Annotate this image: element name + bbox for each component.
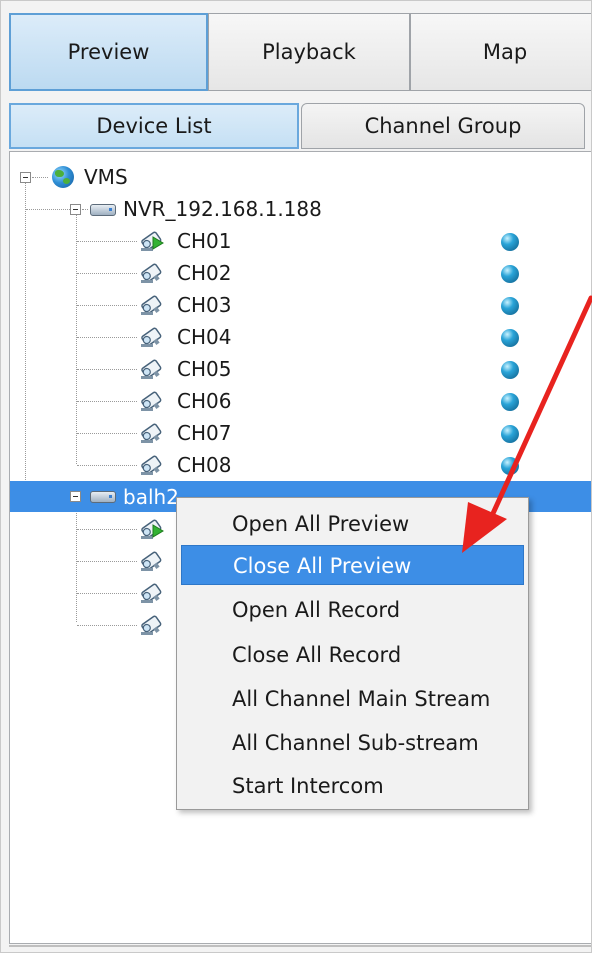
tree-line bbox=[77, 561, 137, 562]
tree-node-channel[interactable]: CH06 bbox=[10, 385, 591, 417]
camera-playing-icon bbox=[138, 516, 166, 542]
tree-node-label: CH05 bbox=[177, 357, 232, 381]
tree-node-label: VMS bbox=[84, 165, 128, 189]
collapse-icon[interactable] bbox=[70, 204, 81, 215]
tree-node-channel[interactable]: CH04 bbox=[10, 321, 591, 353]
tab-playback[interactable]: Playback bbox=[208, 13, 410, 91]
nvr-icon bbox=[90, 491, 116, 503]
tree-node-vms[interactable]: VMS bbox=[10, 161, 591, 193]
camera-icon bbox=[138, 292, 166, 318]
tree-line bbox=[77, 369, 137, 370]
tab-preview-label: Preview bbox=[67, 40, 150, 64]
menu-item-open-all-record[interactable]: Open All Record bbox=[181, 590, 524, 630]
tree-node-label: CH08 bbox=[177, 453, 232, 477]
online-status-icon bbox=[501, 233, 519, 251]
camera-icon bbox=[138, 612, 166, 638]
tree-node-label: CH07 bbox=[177, 421, 232, 445]
menu-item-start-intercom[interactable]: Start Intercom bbox=[181, 766, 524, 806]
online-status-icon bbox=[501, 457, 519, 475]
tab-playback-label: Playback bbox=[262, 40, 356, 64]
online-status-icon bbox=[501, 361, 519, 379]
tree-node-label: NVR_192.168.1.188 bbox=[123, 197, 322, 221]
collapse-icon[interactable] bbox=[20, 172, 31, 183]
context-menu: Open All Preview Close All Preview Open … bbox=[176, 497, 529, 810]
tree-line bbox=[77, 593, 137, 594]
tree-node-channel[interactable]: CH02 bbox=[10, 257, 591, 289]
tree-node-label: CH02 bbox=[177, 261, 232, 285]
tab-device-list-label: Device List bbox=[96, 114, 212, 138]
tree-node-channel[interactable]: CH05 bbox=[10, 353, 591, 385]
tree-line bbox=[77, 401, 137, 402]
tree-line bbox=[77, 465, 137, 466]
online-status-icon bbox=[501, 425, 519, 443]
tree-node-device[interactable]: NVR_192.168.1.188 bbox=[10, 193, 591, 225]
tree-line bbox=[77, 625, 137, 626]
camera-icon bbox=[138, 324, 166, 350]
tree-line bbox=[26, 209, 70, 210]
tab-map[interactable]: Map bbox=[410, 13, 591, 91]
tree-node-label: CH06 bbox=[177, 389, 232, 413]
globe-icon bbox=[52, 166, 74, 188]
tree-node-channel[interactable]: CH01 bbox=[10, 225, 591, 257]
tree-node-channel[interactable]: CH03 bbox=[10, 289, 591, 321]
tree-node-label: CH01 bbox=[177, 229, 232, 253]
menu-item-label: All Channel Sub-stream bbox=[232, 731, 479, 755]
camera-icon bbox=[138, 356, 166, 382]
tree-line bbox=[77, 241, 137, 242]
menu-item-all-channel-sub-stream[interactable]: All Channel Sub-stream bbox=[181, 723, 524, 763]
tree-line bbox=[77, 273, 137, 274]
tab-map-label: Map bbox=[482, 40, 528, 64]
tree-line bbox=[32, 177, 48, 178]
camera-icon bbox=[138, 580, 166, 606]
tree-line bbox=[77, 433, 137, 434]
menu-item-close-all-record[interactable]: Close All Record bbox=[181, 635, 524, 675]
tree-node-channel[interactable]: CH08 bbox=[10, 449, 591, 481]
device-panel-window: Preview Playback Map Device List Channel… bbox=[0, 0, 592, 953]
camera-icon bbox=[138, 548, 166, 574]
camera-icon bbox=[138, 452, 166, 478]
menu-item-label: Open All Record bbox=[232, 598, 401, 622]
top-tab-bar: Preview Playback Map bbox=[9, 13, 591, 93]
tree-line bbox=[77, 529, 137, 530]
sub-tab-bar: Device List Channel Group bbox=[9, 103, 591, 149]
tab-channel-group-label: Channel Group bbox=[364, 114, 522, 138]
menu-item-all-channel-main-stream[interactable]: All Channel Main Stream bbox=[181, 679, 524, 719]
menu-item-open-all-preview[interactable]: Open All Preview bbox=[181, 504, 524, 544]
panel-bottom-border bbox=[9, 945, 591, 947]
online-status-icon bbox=[501, 297, 519, 315]
collapse-icon[interactable] bbox=[70, 491, 81, 502]
menu-item-label: Close All Record bbox=[232, 643, 402, 667]
tab-channel-group[interactable]: Channel Group bbox=[301, 103, 585, 149]
tree-node-label: CH04 bbox=[177, 325, 232, 349]
online-status-icon bbox=[501, 329, 519, 347]
tab-preview[interactable]: Preview bbox=[9, 13, 208, 91]
camera-icon bbox=[138, 388, 166, 414]
nvr-icon bbox=[90, 204, 116, 216]
menu-item-close-all-preview[interactable]: Close All Preview bbox=[181, 545, 524, 585]
tree-line bbox=[77, 305, 137, 306]
camera-icon bbox=[138, 420, 166, 446]
menu-item-label: Start Intercom bbox=[232, 774, 384, 798]
menu-item-label: Close All Preview bbox=[233, 554, 412, 578]
tab-device-list[interactable]: Device List bbox=[9, 103, 299, 149]
tree-node-channel[interactable]: CH07 bbox=[10, 417, 591, 449]
online-status-icon bbox=[501, 393, 519, 411]
tree-line bbox=[82, 209, 88, 210]
tree-node-label: CH03 bbox=[177, 293, 232, 317]
menu-item-label: All Channel Main Stream bbox=[232, 687, 491, 711]
tree-node-label: balh2 bbox=[123, 485, 179, 509]
camera-playing-icon bbox=[138, 228, 166, 254]
online-status-icon bbox=[501, 265, 519, 283]
menu-item-label: Open All Preview bbox=[232, 512, 410, 536]
tree-line bbox=[77, 337, 137, 338]
camera-icon bbox=[138, 260, 166, 286]
